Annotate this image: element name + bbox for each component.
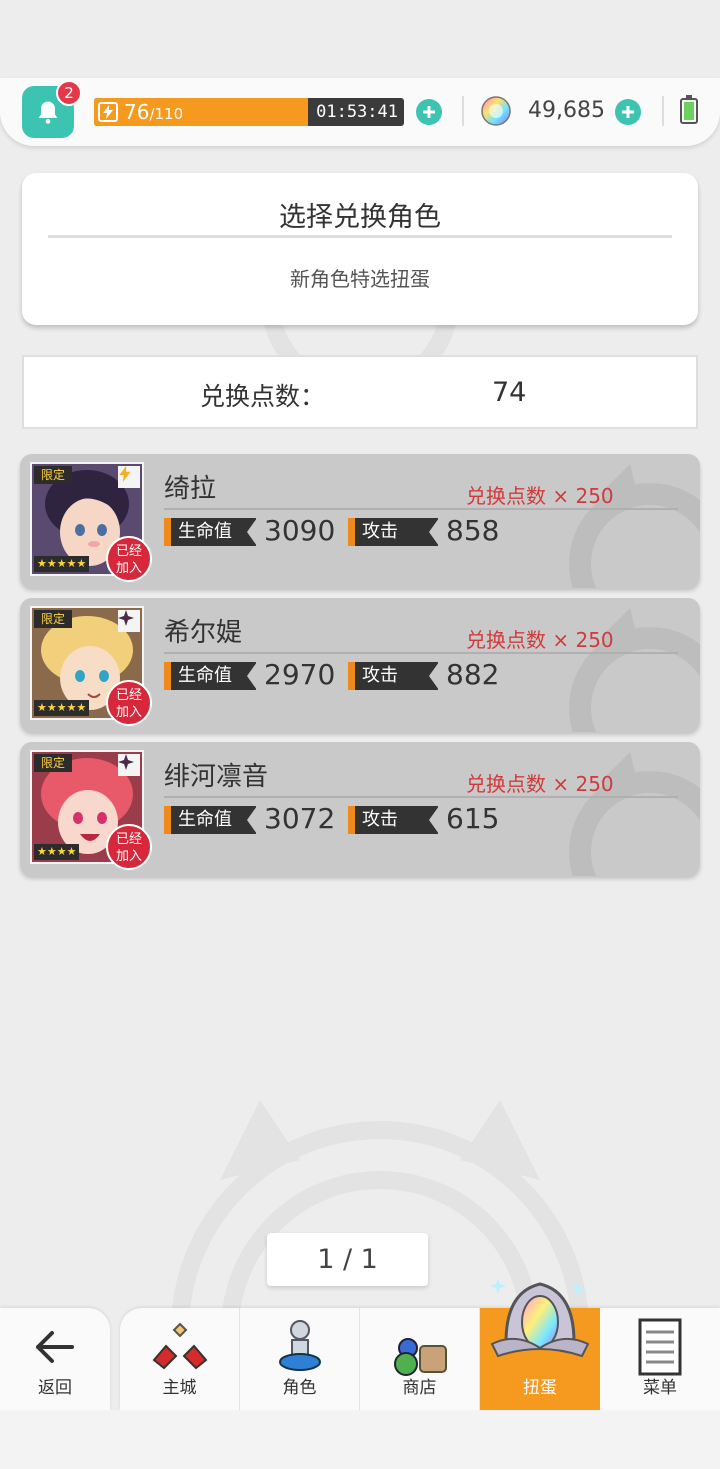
castle-icon <box>152 1322 208 1370</box>
nav-label: 菜单 <box>643 1378 677 1398</box>
nav-item-menu[interactable]: 菜单 <box>600 1308 720 1410</box>
hp-value: 3090 <box>264 514 336 547</box>
joined-badge: 已经 加入 <box>106 680 152 726</box>
nav-label: 角色 <box>282 1378 317 1398</box>
joined-badge: 已经 加入 <box>106 536 152 582</box>
nav-label: 扭蛋 <box>523 1378 557 1398</box>
page-subtitle: 新角色特选扭蛋 <box>290 267 430 291</box>
character-name: 绮拉 <box>164 474 217 504</box>
character-name: 希尔媞 <box>164 618 243 648</box>
character-row[interactable]: 限定 ★★★★★ 已经 加入 希尔媞 兑换点数 × 250 生命值 2970 攻击… <box>20 598 700 732</box>
divider <box>462 96 464 126</box>
hp-label: 生命值 <box>164 662 257 690</box>
stamina-max: /110 <box>149 105 184 123</box>
exchange-cost: 兑换点数 × 250 <box>466 484 614 508</box>
row-divider <box>164 652 678 654</box>
bottom-nav: 主城 角色 商店 扭蛋 菜单 <box>120 1308 720 1410</box>
divider <box>662 96 664 126</box>
character-row[interactable]: 限定 ★★★★★ 已经 加入 绮拉 兑换点数 × 250 生命值 3090 攻击 … <box>20 454 700 588</box>
rarity-stars: ★★★★ <box>34 844 80 860</box>
page-title: 选择兑换角色 <box>279 202 441 233</box>
joined-badge: 已经 加入 <box>106 824 152 870</box>
page-indicator[interactable]: 1 / 1 <box>267 1233 428 1286</box>
row-divider <box>164 508 678 510</box>
limited-tag: 限定 <box>34 610 72 628</box>
gem-count: 49,685 <box>528 98 605 123</box>
star-icon <box>118 754 140 776</box>
rarity-stars: ★★★★★ <box>34 700 90 716</box>
shop-icon <box>394 1338 447 1376</box>
exchange-cost: 兑换点数 × 250 <box>466 772 614 796</box>
gacha-icon <box>490 1278 590 1358</box>
exchange-cost: 兑换点数 × 250 <box>466 628 614 652</box>
limited-tag: 限定 <box>34 466 72 484</box>
arrow-left-icon <box>36 1331 74 1363</box>
stamina-current: 76 <box>124 100 150 124</box>
attack-value: 615 <box>446 802 500 835</box>
gem-icon <box>481 96 511 126</box>
title-divider <box>48 235 672 238</box>
nav-label: 商店 <box>402 1378 437 1398</box>
attack-label: 攻击 <box>348 662 439 690</box>
hp-label: 生命值 <box>164 806 257 834</box>
plus-icon <box>622 106 634 118</box>
lightning-icon <box>118 466 140 488</box>
hp-value: 3072 <box>264 802 336 835</box>
nav-item-shop[interactable]: 商店 <box>360 1308 480 1410</box>
points-label: 兑换点数： <box>200 382 326 411</box>
back-label: 返回 <box>38 1378 72 1398</box>
star-icon <box>118 610 140 632</box>
row-divider <box>164 796 678 798</box>
nav-item-castle[interactable]: 主城 <box>120 1308 240 1410</box>
nav-item-character[interactable]: 角色 <box>240 1308 360 1410</box>
attack-value: 858 <box>446 514 500 547</box>
stamina-bar: 76/110 01:53:41 <box>94 98 404 126</box>
selection-title-card: 选择兑换角色 新角色特选扭蛋 <box>22 173 698 325</box>
attack-value: 882 <box>446 658 500 691</box>
battery-icon <box>680 95 698 124</box>
lightning-icon <box>98 102 118 122</box>
menu-icon <box>638 1318 682 1376</box>
plus-icon <box>423 106 435 118</box>
attack-label: 攻击 <box>348 806 439 834</box>
limited-tag: 限定 <box>34 754 72 772</box>
points-value: 74 <box>492 377 527 408</box>
hp-label: 生命值 <box>164 518 257 546</box>
add-stamina-button[interactable] <box>416 99 442 125</box>
character-name: 绯河凛音 <box>164 762 269 792</box>
nav-label: 主城 <box>162 1378 197 1398</box>
back-button[interactable]: 返回 <box>0 1308 110 1410</box>
hp-value: 2970 <box>264 658 336 691</box>
character-icon <box>279 1320 321 1371</box>
bell-icon <box>38 101 58 124</box>
stamina-text: 76/110 <box>124 99 183 126</box>
stamina-timer: 01:53:41 <box>316 102 398 122</box>
top-bar: 2 76/110 01:53:41 49,685 <box>0 78 720 146</box>
rarity-stars: ★★★★★ <box>34 556 90 572</box>
add-gems-button[interactable] <box>615 99 641 125</box>
exchange-points-box: 兑换点数： 74 <box>22 355 698 429</box>
bottom-strip <box>0 1410 720 1469</box>
notification-badge: 2 <box>56 80 82 106</box>
attack-label: 攻击 <box>348 518 439 546</box>
character-row[interactable]: 限定 ★★★★ 已经 加入 绯河凛音 兑换点数 × 250 生命值 3072 攻击… <box>20 742 700 876</box>
